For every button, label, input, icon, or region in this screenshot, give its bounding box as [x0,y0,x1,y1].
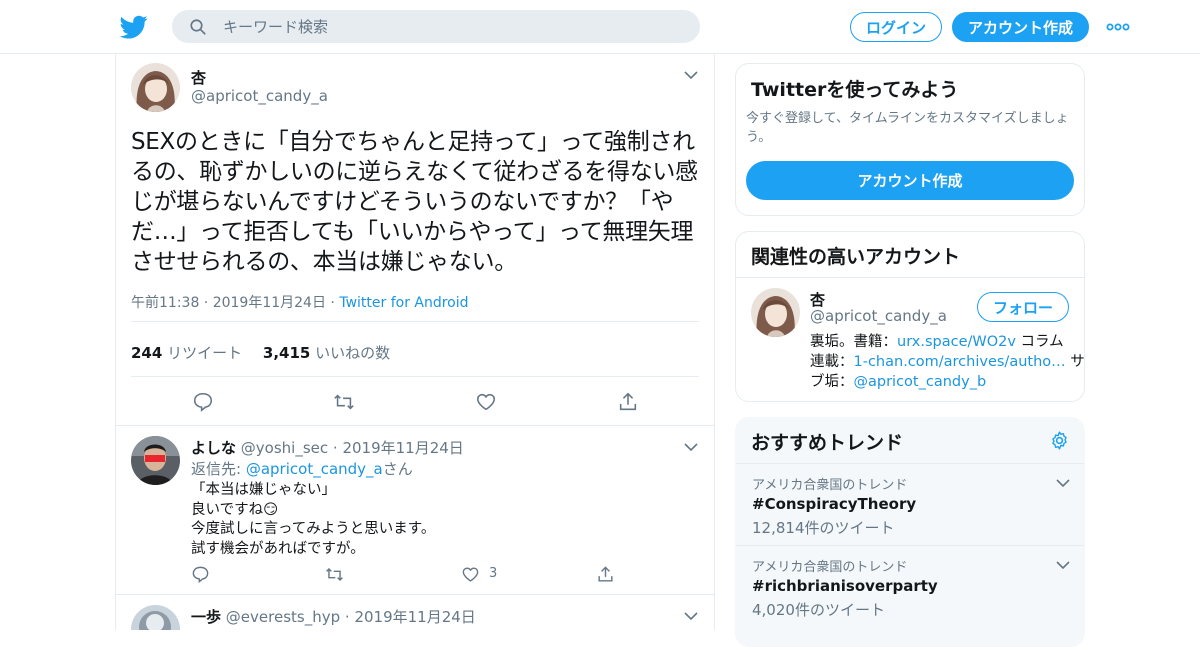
reply-author-handle[interactable]: @everests_hyp [226,608,340,626]
signup-card-button[interactable]: アカウント作成 [746,161,1074,200]
tweet-text: SEXのときに「自分でちゃんと足持って」って強制されるの、恥ずかしいのに逆らえな… [131,129,698,275]
chevron-down-icon[interactable] [684,70,698,80]
signup-card-title: Twitterを使ってみよう [751,79,959,101]
share-icon[interactable] [617,391,639,413]
avatar-illustration [751,288,800,337]
reply-author-name[interactable]: 一歩 [191,608,221,626]
main-timeline: 杏 @apricot_candy_a SEXのときに「自分でちゃんと足持って」っ… [115,54,715,630]
like-icon[interactable] [475,391,497,413]
bio-text: コラム [1015,334,1064,350]
bio-line: 連載：1-chan.com/archives/autho… サ [810,352,1084,372]
tweet-time[interactable]: 午前11:38 · 2019年11月24日 [131,295,326,311]
reply-icon[interactable] [192,391,214,413]
trends-card: おすすめトレンド アメリカ合衆国のトレンド #ConspiracyTheory … [735,417,1085,647]
divider [131,321,699,322]
like-icon[interactable] [461,565,480,584]
reply-line: 試す機会があればですが。 [191,540,365,557]
avatar[interactable] [131,436,180,485]
tweet-stats: 244 リツイート 3,415 いいねの数 [131,342,390,363]
bio-text: ブ垢： [810,374,854,390]
reply-line: 「本当は嫌じゃない」 [191,482,336,498]
share-icon[interactable] [596,565,615,584]
signup-card: Twitterを使ってみよう 今すぐ登録して、タイムラインをカスタマイズしましょ… [735,63,1085,216]
retweet-stat[interactable]: 244 リツイート [131,344,242,362]
reply-author-handle[interactable]: @yoshi_sec [241,439,328,457]
related-accounts-card: 関連性の高いアカウント 杏 @apricot_candy_a フォロー 裏垢。書… [735,231,1085,402]
separator [116,425,714,426]
retweet-count: 244 [131,344,163,362]
bio-line: ブ垢：@apricot_candy_b [810,372,1076,392]
follow-button[interactable]: フォロー [977,292,1069,322]
separator [116,594,714,595]
avatar[interactable] [751,288,800,337]
twitter-bird-icon[interactable] [120,13,148,41]
trend-name[interactable]: #richbrianisoverparty [752,577,938,595]
signup-button[interactable]: アカウント作成 [952,12,1089,42]
avatar-illustration [131,63,180,112]
bio-link[interactable]: urx.space/WO2v [897,334,1016,350]
avatar[interactable] [131,605,180,630]
reply-line: 良いですね😏 [191,501,279,518]
reply-like-count: 3 [489,566,498,581]
trends-title: おすすめトレンド [751,432,904,454]
author-name[interactable]: 杏 [191,67,206,88]
reply-date[interactable]: · 2019年11月24日 [333,439,464,457]
chevron-down-icon[interactable] [684,442,698,452]
avatar-photo [131,436,180,485]
replying-to-suffix: さん [382,460,413,478]
replying-to: 返信先: @apricot_candy_aさん [191,458,413,479]
related-accounts-title: 関連性の高いアカウント [751,246,961,268]
reply-header: 一歩 @everests_hyp · 2019年11月24日 [191,606,476,627]
bio-text: サ [1065,354,1085,370]
avatar[interactable] [131,63,180,112]
tweet-timestamp-row: 午前11:38 · 2019年11月24日 · Twitter for Andr… [131,292,469,312]
divider [131,376,699,377]
trend-item[interactable]: アメリカ合衆国のトレンド #ConspiracyTheory 12,814件のツ… [736,463,1084,545]
reply-icon[interactable] [191,565,210,584]
reply-author-name[interactable]: よしな [191,439,236,457]
trend-name[interactable]: #ConspiracyTheory [752,495,916,513]
trend-category: アメリカ合衆国のトレンド [752,478,908,493]
trend-category: アメリカ合衆国のトレンド [752,560,908,575]
meta-separator: · [330,295,335,311]
chevron-down-icon[interactable] [684,611,698,621]
bio-text: 連載： [810,354,854,370]
tweet-client-link[interactable]: Twitter for Android [339,295,468,311]
avatar-photo [131,605,180,630]
reply-line: 今度試しに言ってみようと思います。 [191,521,436,537]
related-account-handle[interactable]: @apricot_candy_a [810,307,947,325]
search-icon [190,19,206,35]
retweet-icon[interactable] [325,565,344,584]
replying-to-link[interactable]: @apricot_candy_a [246,460,383,478]
search-input[interactable] [223,15,683,39]
like-label: いいねの数 [315,344,391,362]
bio-link[interactable]: @apricot_candy_b [854,374,987,390]
reply-header: よしな @yoshi_sec · 2019年11月24日 [191,437,464,458]
trend-tweet-count: 4,020件のツイート [752,601,885,619]
trend-item[interactable]: アメリカ合衆国のトレンド #richbrianisoverparty 4,020… [736,545,1084,627]
retweet-icon[interactable] [333,391,355,413]
retweet-label: リツイート [167,344,243,362]
related-account-bio: 裏垢。書籍：urx.space/WO2v コラム 連載：1-chan.com/a… [810,332,1084,392]
author-handle[interactable]: @apricot_candy_a [191,87,328,105]
replying-to-label: 返信先: [191,460,242,478]
chevron-down-icon[interactable] [1056,478,1070,488]
login-button[interactable]: ログイン [850,12,942,42]
signup-card-description: 今すぐ登録して、タイムラインをカスタマイズしましょう。 [746,111,1069,145]
trend-tweet-count: 12,814件のツイート [752,519,895,537]
settings-gear-icon[interactable] [1049,430,1070,451]
divider [736,277,1084,278]
like-count: 3,415 [262,344,311,362]
top-navigation-bar: ログイン アカウント作成 [0,0,1200,54]
bio-link[interactable]: 1-chan.com/archives/autho… [854,354,1066,370]
like-stat[interactable]: 3,415 いいねの数 [263,344,390,362]
reply-text: 「本当は嫌じゃない」 良いですね😏 今度試しに言ってみようと思います。 試す機会… [191,481,435,559]
bio-text: 裏垢。書籍： [810,334,897,350]
more-dots-icon[interactable] [1105,18,1131,36]
search-box[interactable] [172,10,700,43]
bio-line: 裏垢。書籍：urx.space/WO2v コラム [810,332,1076,352]
reply-date[interactable]: · 2019年11月24日 [345,608,476,626]
chevron-down-icon[interactable] [1056,560,1070,570]
